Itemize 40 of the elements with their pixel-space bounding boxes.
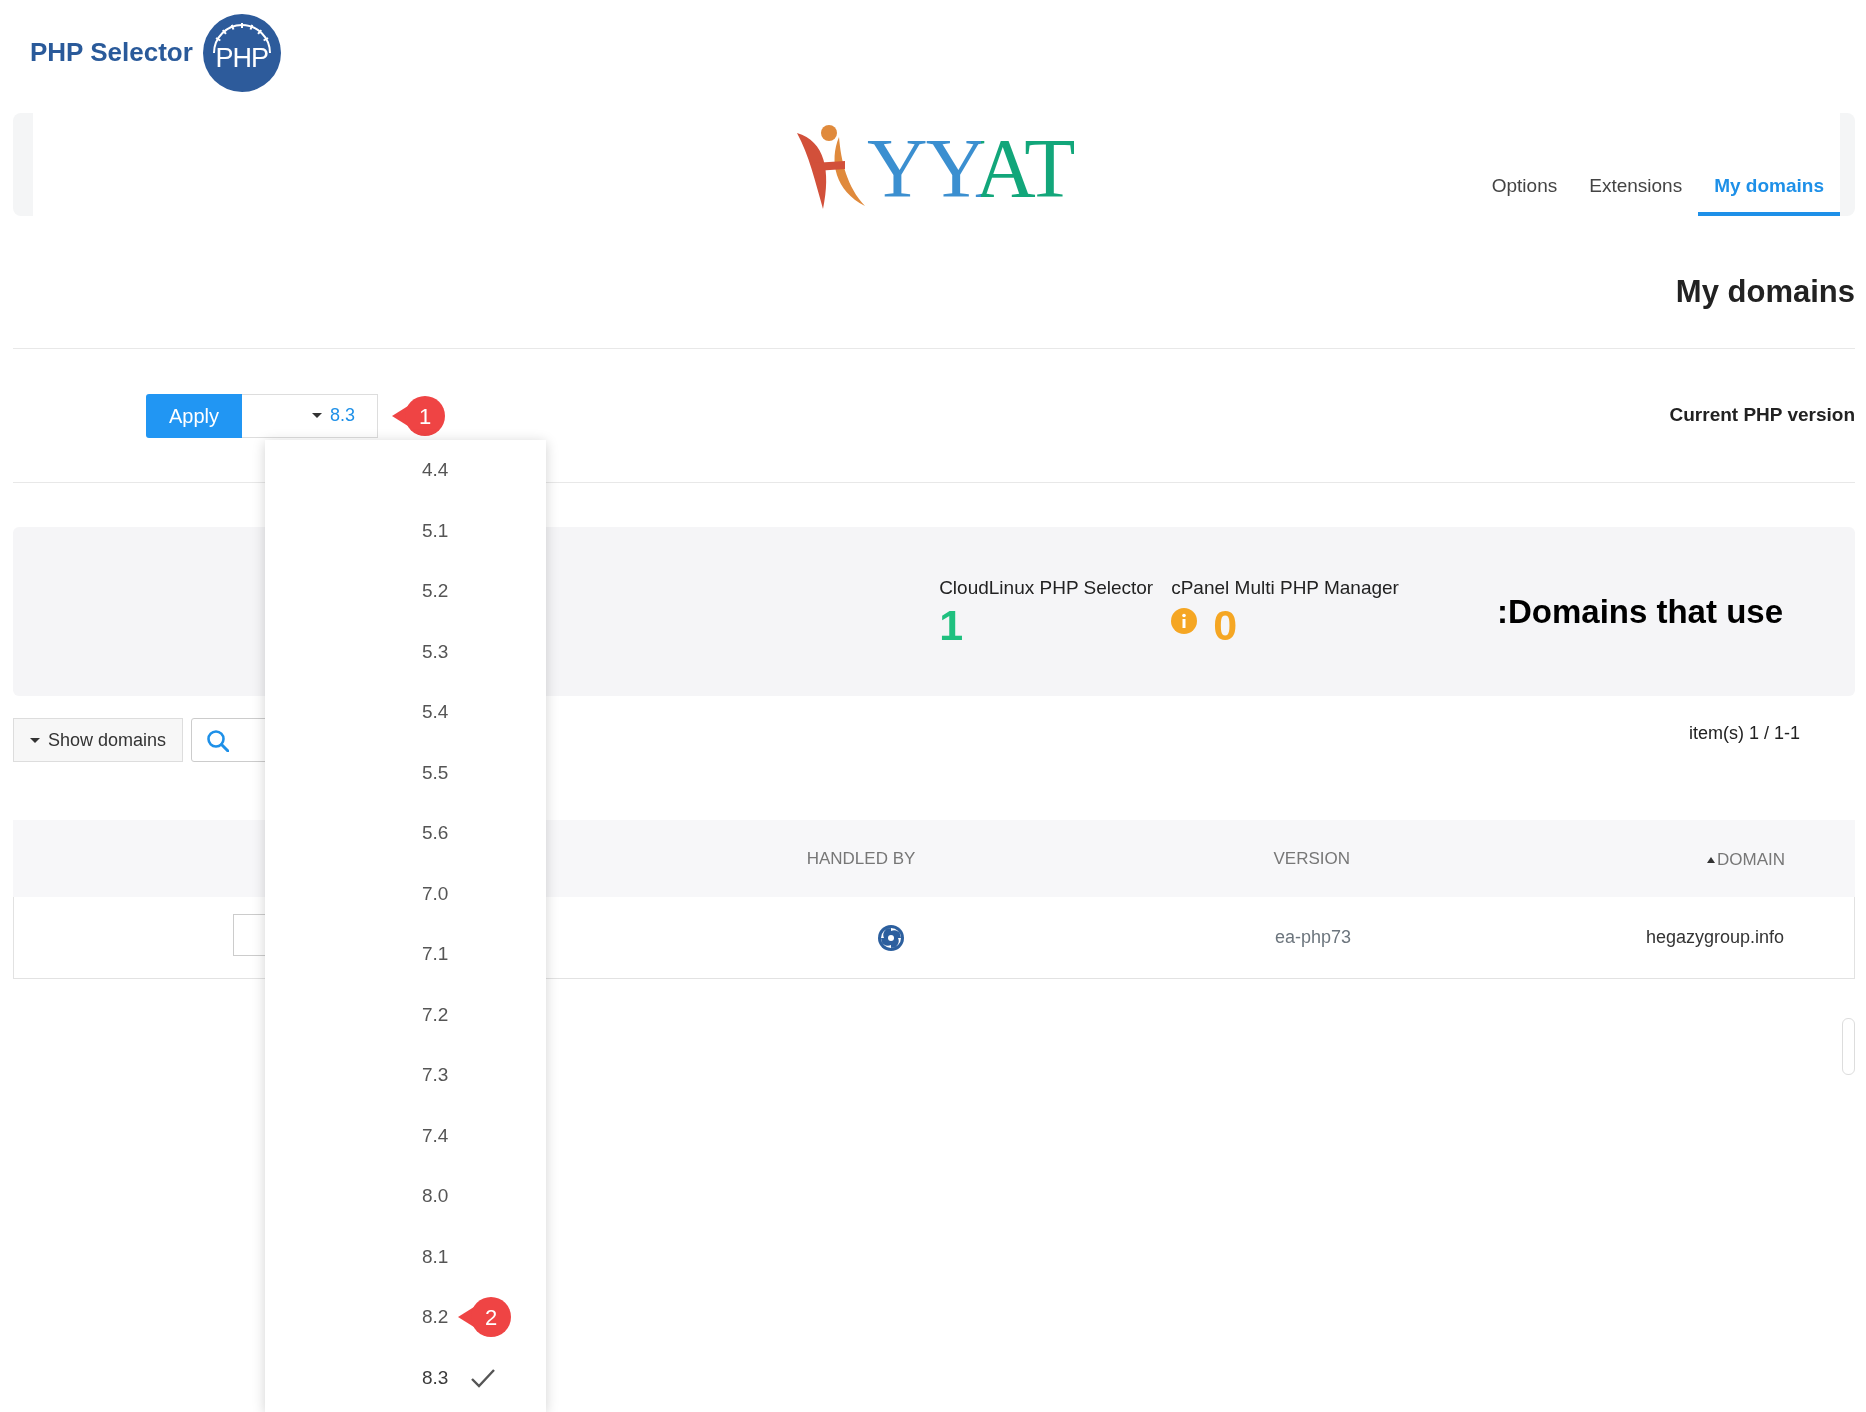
menu-item[interactable]: 7.3	[265, 1045, 546, 1106]
menu-item[interactable]: 8.1	[265, 1226, 546, 1287]
caret-icon	[311, 413, 322, 419]
menu-item[interactable]: 7.1	[265, 924, 546, 985]
tab[interactable]: Options	[1475, 171, 1574, 216]
tab[interactable]: Extensions	[1573, 171, 1699, 216]
menu-item[interactable]: 5.4	[265, 682, 546, 743]
menu-item[interactable]: 7.2	[265, 984, 546, 1045]
php-logo: PHP	[202, 13, 281, 92]
menu-item[interactable]: 5.2	[265, 561, 546, 622]
scrollbar-thumb[interactable]	[1842, 1018, 1855, 1075]
menu-item[interactable]: 8.3	[265, 1347, 546, 1408]
show-domains-button[interactable]: Show domains	[13, 718, 184, 763]
search-icon	[206, 728, 230, 752]
stats-title: :Domains that use	[1496, 591, 1783, 632]
swirl-icon	[877, 923, 905, 952]
page-heading: My domains	[1674, 273, 1855, 311]
source-label: CloudLinux PHP Selector	[939, 575, 1154, 600]
caret-icon	[30, 737, 40, 743]
section-label: Current PHP version	[1669, 403, 1855, 428]
item-count: item(s) 1 / 1-1	[1688, 722, 1800, 746]
menu-item[interactable]: 5.3	[265, 621, 546, 682]
domain-count: 1	[939, 602, 964, 650]
menu-item[interactable]: 5.5	[265, 742, 546, 803]
menu-item[interactable]: 4.4	[265, 440, 546, 501]
version-cell: ea-php73	[1274, 927, 1351, 948]
source-label: cPanel Multi PHP Manager	[1171, 575, 1399, 600]
menu-item[interactable]: 7.4	[265, 1105, 546, 1166]
menu-item[interactable]: 8.2 2	[265, 1287, 546, 1348]
sort-arrow-icon	[1707, 856, 1715, 863]
menu-item[interactable]: 5.6	[265, 803, 546, 864]
menu-item[interactable]: 7.0	[265, 863, 546, 924]
app-title: PHP Selector	[30, 36, 193, 69]
column-header: VERSION	[1273, 847, 1350, 870]
menu-item[interactable]: 8.0	[265, 1166, 546, 1227]
column-header: HANDLED BY	[806, 847, 916, 870]
domain-cell: hegazygroup.info	[1645, 927, 1784, 948]
menu-item[interactable]: 5.1	[265, 500, 546, 561]
domain-count: 0	[1213, 602, 1238, 650]
column-header: DOMAIN	[1707, 847, 1785, 873]
